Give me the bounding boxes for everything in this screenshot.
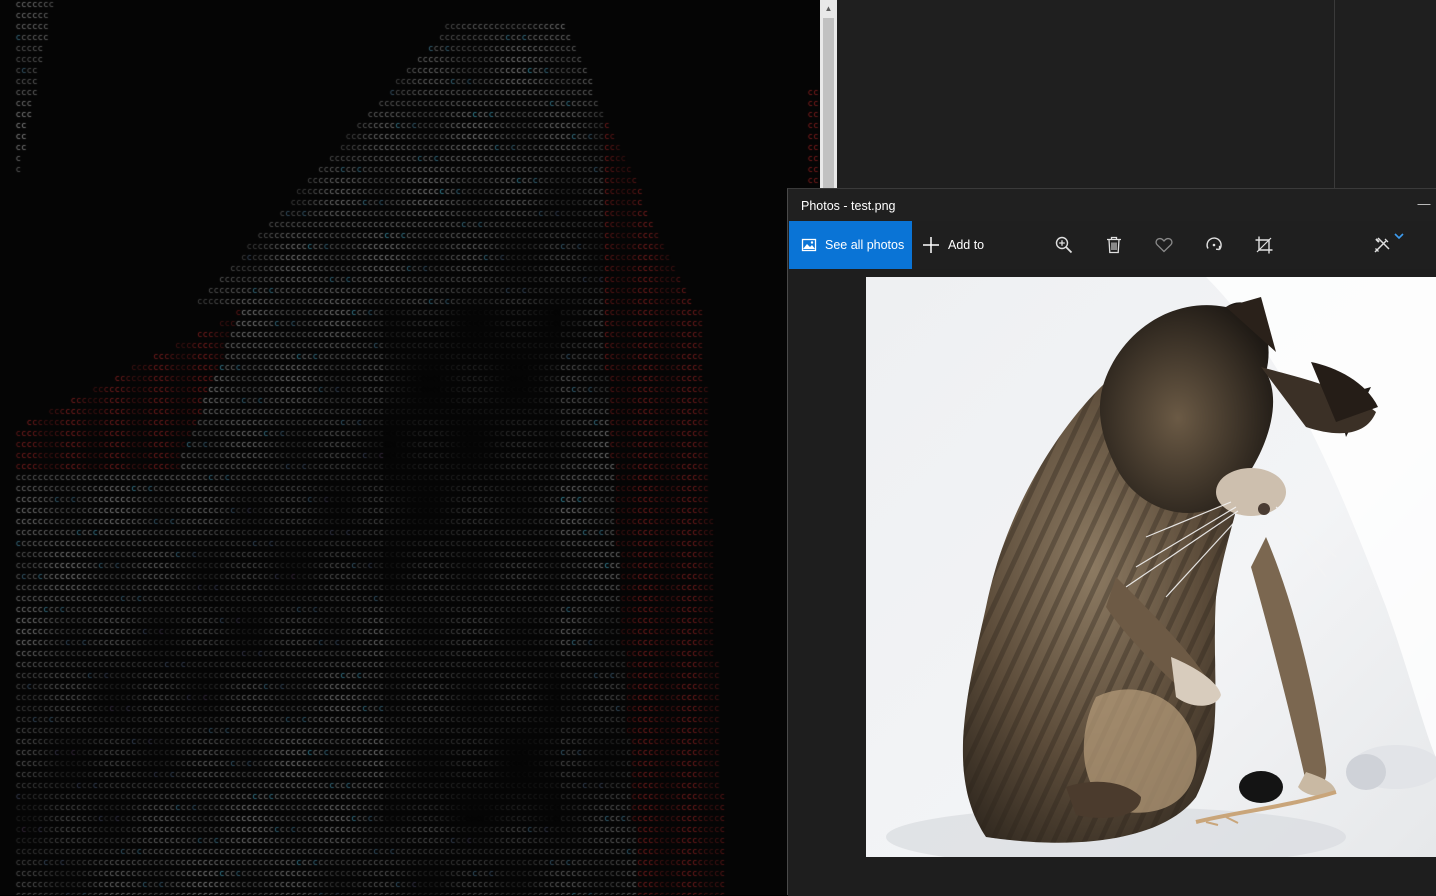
terminal-window [0,0,820,895]
terminal-scroll-thumb[interactable] [823,18,834,188]
terminal-scrollbar[interactable]: ▲ [820,0,837,188]
photos-window: Photos - test.png — See all photos Add t… [787,188,1436,896]
background-window-divider [1334,0,1335,188]
ascii-art-output [0,0,820,895]
heart-icon[interactable] [1152,233,1176,257]
chevron-down-icon[interactable] [1392,229,1406,243]
background-window [837,0,1436,188]
scroll-up-arrow-icon[interactable]: ▲ [820,0,837,17]
photo-viewer [788,269,1436,896]
window-title: Photos - test.png [801,199,896,213]
add-to-label: Add to [948,238,985,252]
see-all-photos-button[interactable]: See all photos [789,221,912,269]
add-to-button[interactable]: Add to [922,221,984,269]
rotate-icon[interactable] [1202,233,1226,257]
photos-icon [801,238,817,252]
see-all-photos-label: See all photos [825,238,905,252]
cat-photo[interactable] [866,277,1436,857]
plus-icon [923,237,939,253]
photos-toolbar: See all photos Add to [788,221,1436,269]
trash-icon[interactable] [1102,233,1126,257]
zoom-in-icon[interactable] [1052,233,1076,257]
crop-icon[interactable] [1252,233,1276,257]
photos-titlebar[interactable]: Photos - test.png — [788,189,1436,221]
edit-draw-icon[interactable] [1370,233,1394,257]
minimize-button[interactable]: — [1412,189,1436,221]
